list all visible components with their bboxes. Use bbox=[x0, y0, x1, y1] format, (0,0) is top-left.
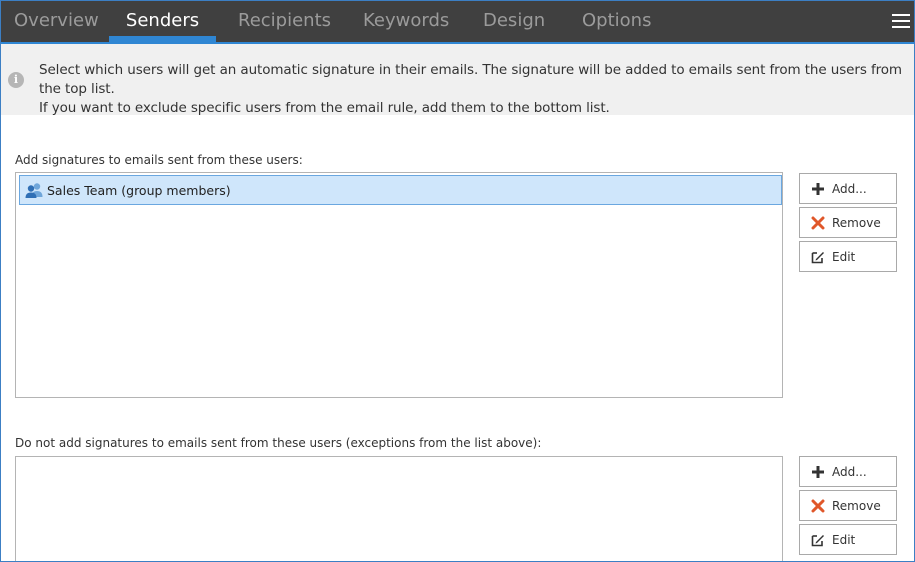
info-line-1: Select which users will get an automatic… bbox=[39, 62, 902, 97]
info-banner: i Select which users will get an automat… bbox=[1, 44, 914, 118]
exclude-add-button[interactable]: Add... bbox=[799, 456, 897, 487]
exclude-remove-label: Remove bbox=[832, 499, 881, 513]
exclude-remove-button[interactable]: Remove bbox=[799, 490, 897, 521]
user-group-icon bbox=[25, 183, 43, 198]
info-text: Select which users will get an automatic… bbox=[39, 61, 909, 118]
include-edit-label: Edit bbox=[832, 250, 856, 264]
exclude-users-list[interactable] bbox=[15, 456, 783, 561]
plus-icon bbox=[812, 466, 824, 478]
exclude-list-label: Do not add signatures to emails sent fro… bbox=[15, 436, 542, 450]
signature-rule-window: Overview Senders Recipients Keywords Des… bbox=[0, 0, 915, 562]
menu-icon[interactable] bbox=[892, 13, 910, 29]
tab-keywords[interactable]: Keywords bbox=[363, 1, 449, 42]
edit-icon bbox=[811, 252, 824, 264]
close-icon bbox=[811, 216, 825, 230]
exclude-edit-button[interactable]: Edit bbox=[799, 524, 897, 555]
info-icon: i bbox=[8, 72, 24, 88]
include-add-button[interactable]: Add... bbox=[799, 173, 897, 204]
info-line-2: If you want to exclude specific users fr… bbox=[39, 100, 610, 116]
plus-icon bbox=[812, 183, 824, 195]
exclude-add-label: Add... bbox=[832, 465, 867, 479]
exclude-edit-label: Edit bbox=[832, 533, 856, 547]
tab-options[interactable]: Options bbox=[582, 1, 651, 42]
tab-design[interactable]: Design bbox=[483, 1, 545, 42]
close-icon bbox=[811, 499, 825, 513]
include-users-list[interactable]: Sales Team (group members) bbox=[15, 172, 783, 398]
tab-overview[interactable]: Overview bbox=[14, 1, 99, 42]
tab-senders[interactable]: Senders bbox=[109, 1, 216, 42]
include-remove-button[interactable]: Remove bbox=[799, 207, 897, 238]
include-edit-button[interactable]: Edit bbox=[799, 241, 897, 272]
tab-bar: Overview Senders Recipients Keywords Des… bbox=[1, 1, 914, 42]
list-item-label: Sales Team (group members) bbox=[47, 183, 231, 198]
include-add-label: Add... bbox=[832, 182, 867, 196]
list-item[interactable]: Sales Team (group members) bbox=[19, 175, 782, 205]
edit-icon bbox=[811, 535, 824, 547]
tab-recipients[interactable]: Recipients bbox=[238, 1, 331, 42]
include-list-label: Add signatures to emails sent from these… bbox=[15, 153, 303, 167]
include-remove-label: Remove bbox=[832, 216, 881, 230]
